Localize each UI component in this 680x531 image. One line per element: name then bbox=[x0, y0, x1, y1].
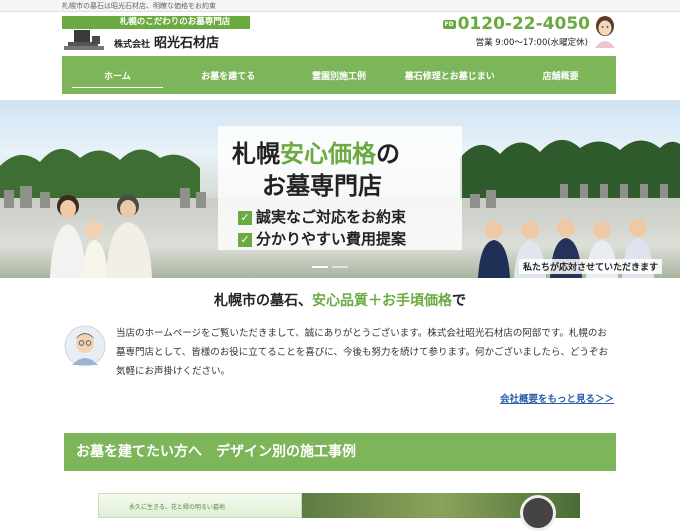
intro-text: 当店のホームページをご覧いただきまして、誠にありがとうございます。株式会社昭光石… bbox=[116, 328, 609, 377]
hero-headline-box: 札幌安心価格の お墓専門店 ✓ 誠実なご対応をお約束 ✓ 分かりやすい費用提案 bbox=[218, 126, 462, 250]
hero-check-2: ✓ 分かりやすい費用提案 bbox=[238, 228, 406, 249]
site-header: 札幌のこだわりのお墓専門店 株式会社 昭光石材店 FD 0120-22-4050 営… bbox=[62, 14, 618, 54]
top-info-bar: 札幌市の墓石は昭光石材店、明瞭な価格をお約束 bbox=[0, 0, 680, 12]
hero-title-line1: 札幌安心価格の bbox=[232, 134, 400, 169]
cemetery-banner-text: 永久に生きる、花と緑の明るい墓地 bbox=[129, 504, 225, 511]
free-dial-icon: FD bbox=[442, 19, 456, 29]
business-hours: 営業 9:00〜17:00(水曜定休) bbox=[475, 38, 588, 48]
section-heading-design-examples: お墓を建てたい方へ デザイン別の施工事例 bbox=[64, 433, 616, 471]
company-info-link[interactable]: 会社概要をもっと見る＞＞ bbox=[500, 391, 614, 405]
hero-title-green: 安心価格 bbox=[280, 140, 376, 168]
family-photo-image bbox=[50, 195, 152, 278]
company-prefix: 株式会社 bbox=[114, 40, 151, 50]
catchphrase: 札幌市の墓石、安心品質＋お手頃価格で bbox=[0, 290, 680, 310]
catch-part1: 札幌市の墓石、 bbox=[214, 293, 312, 309]
main-nav: ホーム お墓を建てる 霊園別施工例 墓石修理とお墓じまい 店舗概要 bbox=[62, 56, 616, 94]
hero-check-2-text: 分かりやすい費用提案 bbox=[256, 230, 407, 248]
nav-home[interactable]: ホーム bbox=[62, 56, 173, 94]
hero-slider[interactable]: 札幌安心価格の お墓専門店 ✓ 誠実なご対応をお約束 ✓ 分かりやすい費用提案 私た… bbox=[0, 100, 680, 278]
company-name[interactable]: 株式会社 昭光石材店 bbox=[114, 32, 219, 51]
nav-repair-closing[interactable]: 墓石修理とお墓じまい bbox=[394, 56, 505, 94]
hero-title-line2: お墓専門店 bbox=[262, 172, 382, 200]
slider-dots[interactable] bbox=[312, 266, 348, 268]
design-example-images: 永久に生きる、花と緑の明るい墓地 bbox=[98, 493, 580, 531]
slider-dot-2[interactable] bbox=[332, 266, 348, 268]
nav-store-info[interactable]: 店舗概要 bbox=[505, 56, 616, 94]
checkmark-icon: ✓ bbox=[238, 210, 252, 225]
nav-build-grave[interactable]: お墓を建てる bbox=[173, 56, 284, 94]
phone-number[interactable]: FD 0120-22-4050 bbox=[442, 14, 590, 34]
memorial-disc-image bbox=[520, 495, 556, 531]
cemetery-banner-image[interactable]: 永久に生きる、花と緑の明るい墓地 bbox=[98, 493, 302, 518]
company-name-text: 昭光石材店 bbox=[154, 36, 220, 51]
operator-woman-icon bbox=[595, 16, 615, 48]
gravestone-logo-icon[interactable] bbox=[64, 28, 104, 50]
slider-dot-1[interactable] bbox=[312, 266, 328, 268]
phone-text: 0120-22-4050 bbox=[457, 14, 590, 34]
garden-photo-image[interactable] bbox=[302, 493, 580, 531]
nav-cemetery-examples[interactable]: 霊園別施工例 bbox=[284, 56, 395, 94]
staff-caption: 私たちが応対させていただきます bbox=[518, 259, 662, 274]
hero-title-part1: 札幌 bbox=[232, 140, 280, 168]
top-info-text: 札幌市の墓石は昭光石材店、明瞭な価格をお約束 bbox=[62, 2, 216, 10]
catch-green: 安心品質＋お手頃価格 bbox=[312, 293, 452, 309]
hero-title-part2: の bbox=[376, 140, 400, 168]
owner-avatar-icon bbox=[64, 325, 106, 367]
hero-check-1: ✓ 誠実なご対応をお約束 bbox=[238, 206, 406, 227]
checkmark-icon: ✓ bbox=[238, 232, 252, 247]
hero-check-1-text: 誠実なご対応をお約束 bbox=[256, 208, 407, 226]
catch-part2: で bbox=[452, 293, 466, 309]
